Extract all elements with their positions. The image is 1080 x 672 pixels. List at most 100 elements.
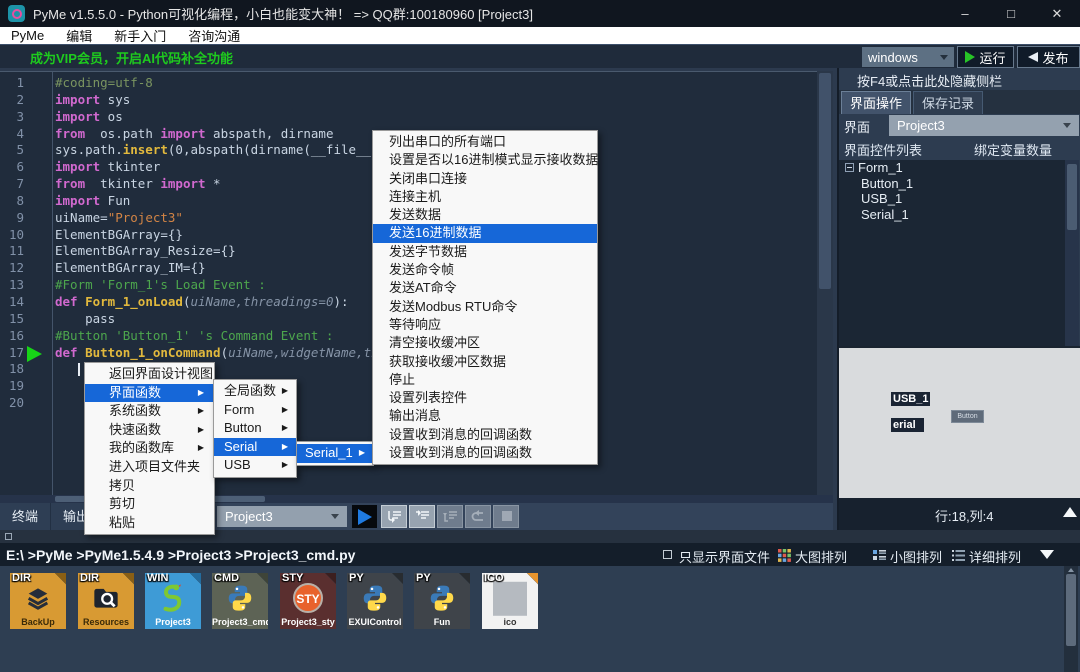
menu-item[interactable]: 设置是否以16进制模式显示接收数据 (373, 151, 597, 169)
widget-tree-item[interactable]: Form_1 (839, 160, 1065, 176)
preview-label[interactable]: USB_1 (891, 392, 930, 406)
menu-item[interactable]: 全局函数▶ (214, 382, 296, 401)
menu-item[interactable]: 列出串口的所有端口 (373, 133, 597, 151)
menubar-item[interactable]: 新手入门 (103, 26, 177, 45)
vip-banner[interactable]: 成为VIP会员，开启AI代码补全功能 (30, 48, 233, 67)
menu-item[interactable]: 等待响应 (373, 316, 597, 334)
menu-item[interactable]: 清空接收缓冲区 (373, 334, 597, 352)
menu-item[interactable]: 设置列表控件 (373, 389, 597, 407)
line-number: 1 (0, 75, 24, 92)
ui-label: 界面 (844, 117, 870, 136)
menu-item[interactable]: 粘贴 (85, 514, 214, 533)
menu-item[interactable]: 剪切 (85, 495, 214, 514)
ui-dropdown[interactable]: Project3 (889, 115, 1079, 136)
detail-view-button[interactable]: 详细排列 (952, 547, 1021, 566)
toolbar: 成为VIP会员，开启AI代码补全功能 windows 运行 发布 (0, 44, 1080, 68)
file-icon-exuicontrol[interactable]: PYEXUIControl (347, 573, 403, 629)
folded-corner (459, 573, 470, 584)
file-icon-backup[interactable]: DIRBackUp (10, 573, 66, 629)
menu-item[interactable]: 发送AT命令 (373, 279, 597, 297)
menu-item[interactable]: Button▶ (214, 419, 296, 438)
files-scrollbar[interactable] (1064, 566, 1078, 672)
tree-scrollbar[interactable] (1065, 160, 1079, 346)
collapse-files-icon[interactable] (1040, 550, 1054, 559)
menu-item[interactable]: 设置收到消息的回调函数 (373, 444, 597, 462)
panel-tab[interactable]: 界面操作 (841, 91, 911, 114)
form-preview[interactable]: USB_1erial Button (839, 346, 1080, 498)
menu-item[interactable]: 系统函数▶ (85, 402, 214, 421)
chevron-down-icon (331, 514, 339, 519)
close-button[interactable]: ✕ (1034, 0, 1080, 27)
bindings-label: 绑定变量数量 (974, 140, 1052, 159)
file-icon-fun[interactable]: PYFun (414, 573, 470, 629)
step-over-button[interactable] (381, 505, 407, 528)
file-icon-project3[interactable]: WINProject3 (145, 573, 201, 629)
run-button[interactable]: 运行 (957, 46, 1014, 68)
widget-tree-item[interactable]: USB_1 (839, 191, 1065, 207)
maximize-button[interactable]: □ (988, 0, 1034, 27)
menu-item[interactable]: 快速函数▶ (85, 421, 214, 440)
detail-view-icon (952, 549, 965, 565)
menu-item[interactable]: 关闭串口连接 (373, 170, 597, 188)
menu-item[interactable]: 进入项目文件夹 (85, 458, 214, 477)
menubar-item[interactable]: 编辑 (55, 26, 103, 45)
expand-up-icon[interactable] (1063, 507, 1077, 517)
menu-item[interactable]: 发送字节数据 (373, 243, 597, 261)
preview-button[interactable]: Button (951, 410, 984, 423)
stop-button[interactable] (493, 505, 519, 528)
menu-item[interactable]: 发送数据 (373, 206, 597, 224)
project-dropdown[interactable]: Project3 (217, 506, 347, 527)
menu-item[interactable]: USB▶ (214, 456, 296, 475)
filter-checkbox[interactable] (663, 550, 672, 559)
menu-item[interactable]: 停止 (373, 371, 597, 389)
menu-item[interactable]: 设置收到消息的回调函数 (373, 426, 597, 444)
large-icons-view-button[interactable]: 大图排列 (778, 547, 847, 566)
step-out-button[interactable] (437, 505, 463, 528)
submenu-arrow-icon: ▶ (282, 401, 292, 420)
submenu-arrow-icon: ▶ (282, 438, 292, 457)
menu-item[interactable]: 输出消息 (373, 407, 597, 425)
target-platform-dropdown[interactable]: windows (862, 47, 954, 67)
file-icon-resources[interactable]: DIRResources (78, 573, 134, 629)
menu-item[interactable]: Form▶ (214, 401, 296, 420)
small-icons-view-button[interactable]: 小图排列 (873, 547, 942, 566)
menu-item[interactable]: 发送命令帧 (373, 261, 597, 279)
terminal-tab[interactable]: 终端 (0, 503, 51, 530)
step-into-button[interactable] (409, 505, 435, 528)
menu-bar: PyMe编辑新手入门咨询沟通 (0, 27, 1080, 44)
filter-label[interactable]: 只显示界面文件 (679, 547, 770, 566)
breadcrumb[interactable]: E:\ >PyMe >PyMe1.5.4.9 >Project3 >Projec… (6, 547, 355, 563)
hide-panel-hint[interactable]: 按F4或点击此处隐藏侧栏 (857, 71, 1002, 90)
menu-item[interactable]: 获取接收缓冲区数据 (373, 353, 597, 371)
editor-vertical-scrollbar[interactable] (817, 71, 833, 495)
menu-item[interactable]: Serial▶ (214, 438, 296, 457)
menubar-item[interactable]: 咨询沟通 (177, 26, 251, 45)
menu-item[interactable]: 拷贝 (85, 477, 214, 496)
debug-run-button[interactable] (352, 505, 377, 528)
file-type-badge: DIR (80, 572, 99, 584)
file-icon-project3_sty[interactable]: STYSTYProject3_sty (280, 573, 336, 629)
panel-tab[interactable]: 保存记录 (913, 91, 983, 114)
menu-item[interactable]: 发送Modbus RTU命令 (373, 298, 597, 316)
file-icon-ico[interactable]: ICOico (482, 573, 538, 629)
play-icon (358, 509, 372, 525)
menu-item[interactable]: 连接主机 (373, 188, 597, 206)
widget-tree-item[interactable]: Serial_1 (839, 207, 1065, 223)
menu-item[interactable]: 界面函数▶ (85, 384, 214, 403)
ico-glyph-icon (489, 578, 531, 621)
publish-button[interactable]: 发布 (1017, 46, 1080, 68)
line-number: 15 (0, 311, 24, 328)
menu-item[interactable]: Serial_1▶ (297, 444, 373, 463)
step-back-button[interactable] (465, 505, 491, 528)
menu-item[interactable]: 我的函数库▶ (85, 439, 214, 458)
line-number: 9 (0, 210, 24, 227)
file-icon-project3_cmd[interactable]: CMDProject3_cmd (212, 573, 268, 629)
submenu-arrow-icon: ▶ (198, 421, 208, 440)
preview-label[interactable]: erial (891, 418, 924, 432)
tree-collapse-icon[interactable] (845, 163, 854, 172)
menubar-item[interactable]: PyMe (0, 28, 55, 43)
minimize-button[interactable]: – (942, 0, 988, 27)
widget-tree-item[interactable]: Button_1 (839, 176, 1065, 192)
menu-item[interactable]: 发送16进制数据 (373, 224, 597, 242)
menu-item[interactable]: 返回界面设计视图 (85, 365, 214, 384)
